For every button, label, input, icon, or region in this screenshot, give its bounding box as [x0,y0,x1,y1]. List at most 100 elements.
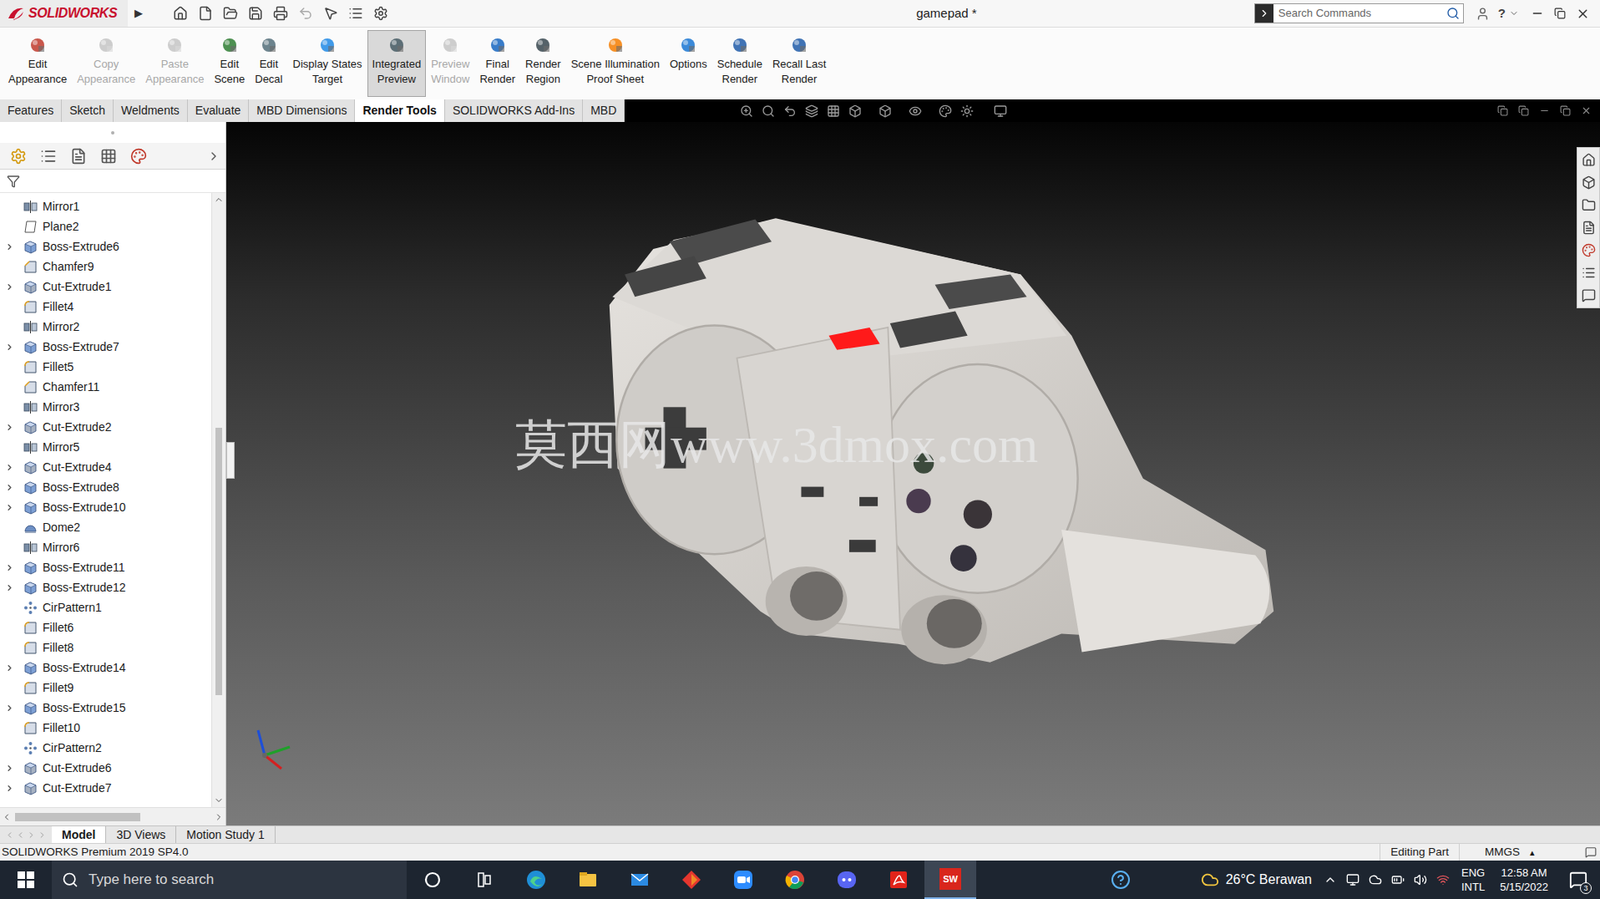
feature-tree-item[interactable]: Boss-Extrude6 [0,236,212,257]
taskbar-app[interactable] [769,860,821,899]
volume-icon[interactable] [1413,872,1428,887]
ribbon-button[interactable]: PasteAppearance [140,30,209,97]
scroll-up-icon[interactable] [213,194,224,205]
first-tab-icon[interactable] [5,830,15,840]
feature-tree-item[interactable]: Cut-Extrude2 [0,416,212,437]
tree-horizontal-scrollbar[interactable] [0,806,226,826]
menu-expand-button[interactable]: ▶ [127,5,150,22]
ribbon-button[interactable]: CopyAppearance [71,30,141,97]
feature-tree-item[interactable]: Plane2 [0,216,212,237]
command-tab[interactable]: SOLIDWORKS Add-Ins [445,99,583,122]
unit-system[interactable]: MMGS▴ [1458,843,1585,861]
solidworks-resources-icon[interactable] [1581,152,1596,168]
command-tab[interactable]: Evaluate [187,99,249,122]
solidworks-logo[interactable]: SOLIDWORKS [0,0,128,27]
expand-icon[interactable] [5,763,15,773]
design-library-icon[interactable] [1581,175,1596,190]
property-manager-tab-icon[interactable] [40,147,57,165]
ribbon-button[interactable]: EditScene [208,30,250,97]
tile-icon[interactable] [1497,105,1509,117]
feature-tree-item[interactable]: Fillet8 [0,637,212,658]
ribbon-button[interactable]: EditAppearance [3,30,72,97]
taskbar-app[interactable] [665,860,718,899]
undo-icon[interactable] [298,5,314,21]
taskbar-app[interactable] [717,860,770,899]
settings-icon[interactable] [373,5,389,21]
scroll-left-icon[interactable] [1,811,12,822]
save-icon[interactable] [248,5,264,21]
hide-show-icon[interactable] [908,104,922,118]
home-icon[interactable] [172,5,188,21]
expand-icon[interactable] [5,502,15,512]
expand-icon[interactable] [5,783,15,793]
ribbon-button[interactable]: Options [664,30,713,97]
display-manager-tab-icon[interactable] [130,147,147,165]
file-explorer-pane-icon[interactable] [1581,197,1596,213]
taskbar-app[interactable] [820,860,873,899]
open-folder-icon[interactable] [222,5,238,21]
clock[interactable]: 12:58 AM5/15/2022 [1499,865,1549,894]
expand-icon[interactable] [5,582,15,593]
feature-tree-item[interactable]: Chamfer9 [0,256,212,277]
help-app-icon[interactable] [1110,869,1131,890]
ribbon-button[interactable]: FinalRender [474,30,521,97]
feature-tree-item[interactable]: Cut-Extrude4 [0,456,212,477]
taskbar-app[interactable] [406,860,459,899]
feature-tree-item[interactable]: Dome2 [0,516,212,537]
taskbar-app[interactable] [613,860,666,899]
feature-tree-item[interactable]: Boss-Extrude11 [0,556,212,578]
ribbon-button[interactable]: Display StatesTarget [288,30,368,97]
viewport-restore-icon[interactable] [1559,105,1571,117]
feature-tree-item[interactable]: Boss-Extrude15 [0,697,212,718]
taskbar-app[interactable]: SW [924,860,977,899]
restore-icon[interactable] [1554,7,1566,20]
expand-icon[interactable] [5,342,15,352]
zoom-area-icon[interactable] [761,104,775,118]
scroll-down-icon[interactable] [213,794,224,806]
tree-filter[interactable] [0,169,226,193]
edit-appearance-view-icon[interactable] [938,104,952,118]
ribbon-button[interactable]: PreviewWindow [425,30,475,97]
command-tab[interactable]: Features [0,99,62,122]
feature-tree-item[interactable]: Boss-Extrude8 [0,476,212,497]
help-dropdown-icon[interactable] [1508,8,1519,19]
scrollbar-thumb[interactable] [215,427,223,695]
taskbar-app[interactable] [562,860,614,899]
ribbon-button[interactable]: RenderRegion [520,30,567,97]
feature-tree-item[interactable]: Fillet5 [0,356,212,377]
previous-view-icon[interactable] [783,104,797,118]
tray-overflow-icon[interactable] [1323,872,1337,887]
feature-tree-item[interactable]: CirPattern2 [0,737,212,758]
panel-handle[interactable] [111,131,115,135]
feature-tree-item[interactable]: Chamfer11 [0,376,212,397]
input-language[interactable]: ENGINTL [1461,865,1485,894]
new-file-icon[interactable] [197,5,213,21]
tree-vertical-scrollbar[interactable] [211,192,226,807]
dimxpert-tab-icon[interactable] [100,147,117,165]
feature-tree-item[interactable]: Mirror1 [0,196,212,217]
bottom-tab[interactable]: 3D Views [106,825,177,843]
feature-tree-item[interactable]: Fillet6 [0,617,212,638]
expand-icon[interactable] [5,422,15,432]
feature-tree-item[interactable]: CirPattern1 [0,597,212,618]
expand-icon[interactable] [5,562,15,573]
feature-tree-item[interactable]: Boss-Extrude12 [0,577,212,598]
zoom-to-fit-icon[interactable] [739,104,754,118]
expand-icon[interactable] [5,703,15,713]
feature-tree-item[interactable]: Cut-Extrude6 [0,757,212,778]
weather-widget[interactable]: 26°C Berawan [1200,869,1312,890]
forum-icon[interactable] [1581,288,1596,303]
previous-tab-icon[interactable] [15,830,26,840]
feature-tree-item[interactable]: Fillet10 [0,717,212,738]
split-icon[interactable] [1518,105,1530,117]
appearances-icon[interactable] [1581,243,1596,258]
feature-tree-item[interactable]: Fillet4 [0,296,212,317]
minimize-icon[interactable] [1530,6,1545,21]
scroll-right-icon[interactable] [213,811,224,822]
expand-icon[interactable] [5,462,15,472]
network-icon[interactable] [1436,872,1450,887]
view-settings-icon[interactable] [993,104,1008,118]
display-icon[interactable] [1346,872,1360,887]
taskbar-search[interactable]: Type here to search [51,860,407,899]
rebuild-icon[interactable] [348,5,364,21]
